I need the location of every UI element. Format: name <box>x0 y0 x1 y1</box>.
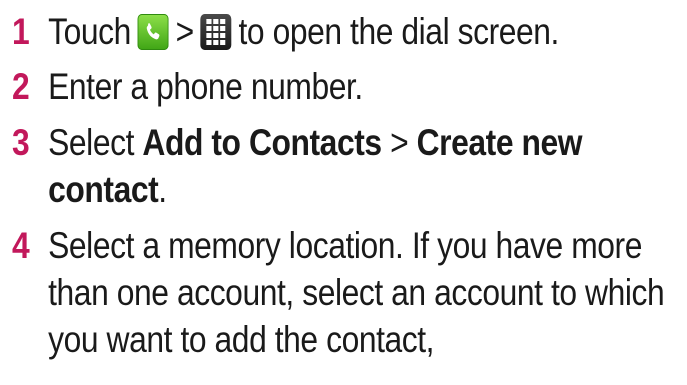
step-number: 4 <box>12 225 30 266</box>
step-3: 3 Select Add to Contacts > Create new co… <box>12 119 678 213</box>
step-1: 1 Touch > to open the dial screen. <box>12 8 678 55</box>
step-number: 3 <box>12 122 30 163</box>
step-number: 2 <box>12 66 30 107</box>
step-text-rest: to open the dial screen. <box>238 11 559 52</box>
step-separator: > <box>175 11 195 52</box>
step-2: 2 Enter a phone number. <box>12 63 678 110</box>
step-text-touch: Touch <box>48 11 131 52</box>
step-text: Enter a phone number. <box>48 66 363 107</box>
step-text: Touch > to open the dial screen. <box>48 8 678 55</box>
step-4: 4 Select a memory location. If you have … <box>12 222 678 363</box>
phone-icon <box>137 14 169 50</box>
instruction-steps: 1 Touch > to open the dial screen. 2 Enter… <box>12 8 680 363</box>
step-text: Select a memory location. If you have mo… <box>48 225 665 360</box>
step-text-select: Select <box>48 122 143 163</box>
dialpad-icon <box>200 14 232 50</box>
step-number: 1 <box>12 11 30 52</box>
step-text: Select Add to Contacts > Create new cont… <box>48 119 678 213</box>
step-period: . <box>158 169 167 210</box>
add-to-contacts-label: Add to Contacts <box>142 122 382 163</box>
step-separator: > <box>381 122 417 163</box>
